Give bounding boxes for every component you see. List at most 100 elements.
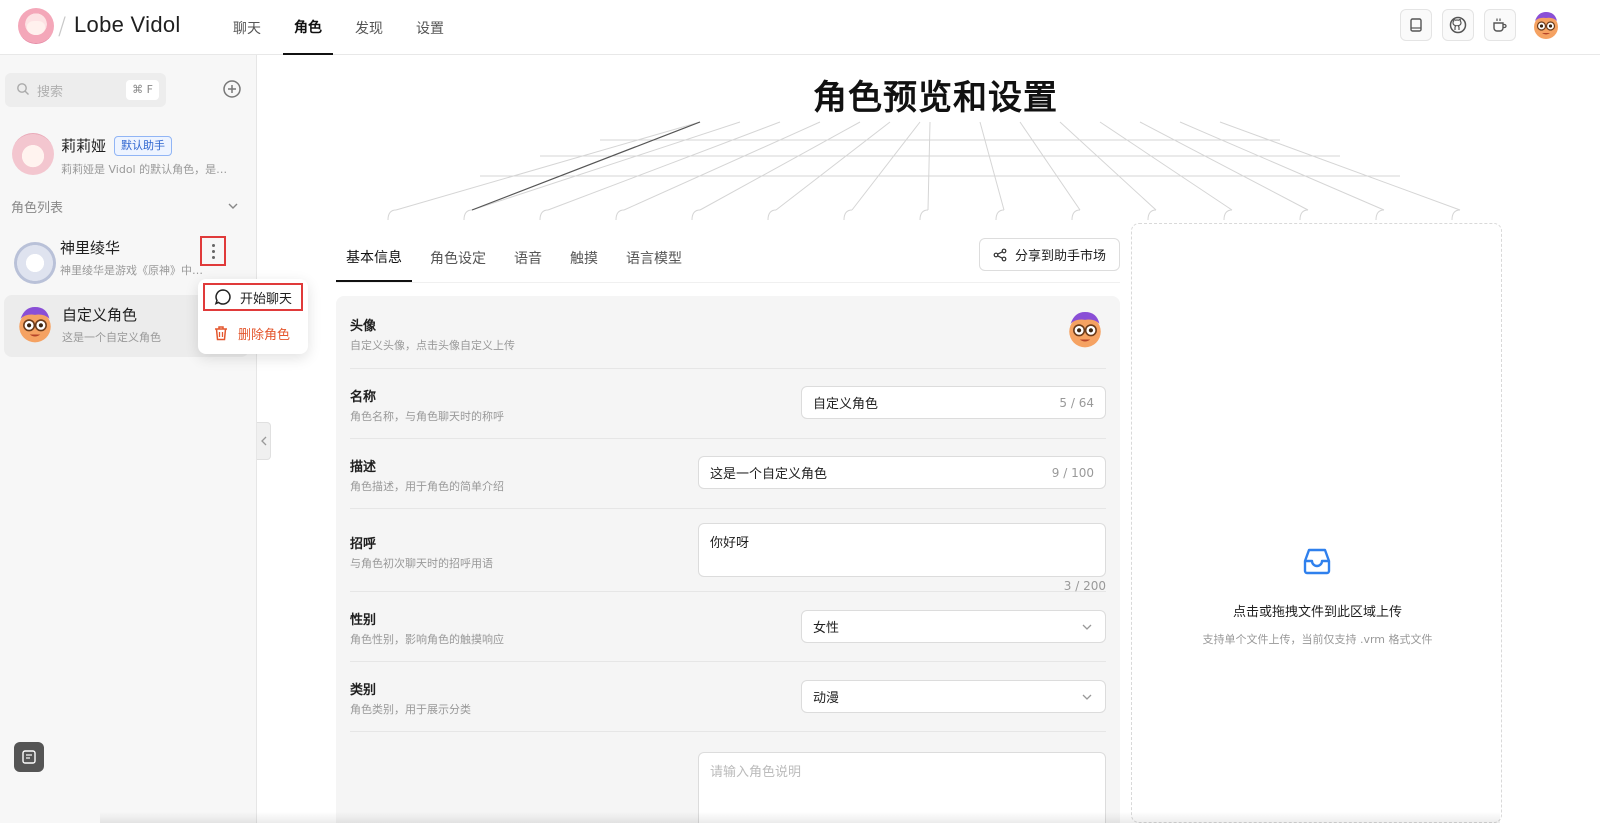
chat-bubble-icon xyxy=(214,288,232,306)
description-row: 描述 角色描述，用于角色的简单介绍 这是一个自定义角色 9 / 100 xyxy=(350,439,1106,509)
role-desc: 神里绫华是游戏《原神》中的角色 xyxy=(60,264,208,277)
gender-row: 性别 角色性别，影响角色的触摸响应 女性 xyxy=(350,592,1106,662)
bottom-shadow xyxy=(100,812,1500,823)
share-label: 分享到助手市场 xyxy=(1014,249,1106,264)
nav-settings[interactable]: 设置 xyxy=(405,0,455,55)
gender-select[interactable]: 女性 xyxy=(801,610,1106,643)
page-title: 角色预览和设置 xyxy=(813,78,1058,118)
default-role-item[interactable]: 莉莉娅 默认助手 莉莉娅是 Vidol 的默认角色，是… xyxy=(10,133,250,189)
custom-role-avatar xyxy=(19,306,51,343)
description-value: 这是一个自定义角色 xyxy=(710,467,828,482)
tabs-divider xyxy=(336,282,1120,283)
name-title: 名称 xyxy=(350,390,377,405)
default-assistant-badge: 默认助手 xyxy=(114,136,172,156)
name-char-count: 5 / 64 xyxy=(1059,395,1094,410)
tab-language-model[interactable]: 语言模型 xyxy=(616,234,692,282)
avatar-title: 头像 xyxy=(350,319,377,334)
upload-title: 点击或拖拽文件到此区域上传 xyxy=(1232,605,1402,620)
vrm-upload-dropzone[interactable]: 点击或拖拽文件到此区域上传 支持单个文件上传，当前仅支持 .vrm 格式文件 xyxy=(1131,223,1502,823)
share-to-market-button[interactable]: 分享到助手市场 xyxy=(979,238,1120,271)
search-placeholder: 搜索 xyxy=(37,85,64,100)
search-icon xyxy=(17,83,29,95)
gender-title: 性别 xyxy=(350,613,377,628)
avatar-desc: 自定义头像，点击头像自定义上传 xyxy=(350,339,515,352)
docs-button[interactable] xyxy=(1400,9,1432,41)
gender-value: 女性 xyxy=(813,621,840,636)
category-title: 类别 xyxy=(350,683,377,698)
upload-hint: 支持单个文件上传，当前仅支持 .vrm 格式文件 xyxy=(1202,633,1433,646)
feedback-icon xyxy=(22,750,36,764)
default-role-name: 莉莉娅 xyxy=(61,137,107,155)
description-char-count: 9 / 100 xyxy=(1051,465,1094,480)
greeting-title: 招呼 xyxy=(350,537,377,552)
chevron-down-icon xyxy=(1082,694,1092,700)
perspective-grid xyxy=(387,121,1461,221)
app-logo[interactable] xyxy=(18,8,54,44)
role-context-menu: 开始聊天 删除角色 xyxy=(198,279,308,354)
description-desc: 角色描述，用于角色的简单介绍 xyxy=(350,480,504,493)
more-options-button[interactable] xyxy=(200,236,226,266)
user-avatar[interactable] xyxy=(1530,9,1562,41)
share-icon xyxy=(993,248,1007,261)
readme-placeholder: 请输入角色说明 xyxy=(710,765,802,780)
github-button[interactable] xyxy=(1442,9,1474,41)
greeting-desc: 与角色初次聊天时的招呼用语 xyxy=(350,557,493,570)
greeting-char-count: 3 / 200 xyxy=(1063,579,1106,593)
trash-icon xyxy=(212,324,230,342)
name-row: 名称 角色名称，与角色聊天时的称呼 自定义角色 5 / 64 xyxy=(350,369,1106,439)
book-icon xyxy=(1410,18,1422,32)
avatar-row: 头像 自定义头像，点击头像自定义上传 xyxy=(350,296,1106,369)
chevron-down-icon xyxy=(1082,624,1092,630)
name-input[interactable]: 自定义角色 5 / 64 xyxy=(801,386,1106,419)
nav-discover[interactable]: 发现 xyxy=(344,0,394,55)
sidebar-collapse-handle[interactable] xyxy=(257,422,271,460)
start-chat-label: 开始聊天 xyxy=(240,291,293,307)
tab-touch[interactable]: 触摸 xyxy=(560,234,608,282)
category-desc: 角色类别，用于展示分类 xyxy=(350,703,471,716)
role-list-label: 角色列表 xyxy=(11,201,64,216)
sidebar: 搜索 ⌘ F 莉莉娅 默认助手 莉莉娅是 Vidol 的默认角色，是… 角色列表… xyxy=(0,55,257,823)
avatar-upload[interactable] xyxy=(1064,308,1106,350)
settings-tabs: 基本信息 角色设定 语音 触摸 语言模型 xyxy=(336,234,700,282)
chevron-down-icon[interactable] xyxy=(227,201,239,211)
role-name: 神里绫华 xyxy=(60,239,121,257)
delete-role-menu-item[interactable]: 删除角色 xyxy=(203,319,303,347)
ayaka-avatar xyxy=(14,242,56,284)
feedback-button[interactable] xyxy=(14,742,44,772)
delete-role-label: 删除角色 xyxy=(238,327,291,343)
basic-info-form: 头像 自定义头像，点击头像自定义上传 名称 角色名称，与角色聊天时的称呼 自定义… xyxy=(336,296,1120,823)
main-nav: 聊天 角色 发现 设置 xyxy=(222,0,466,55)
nav-chat[interactable]: 聊天 xyxy=(222,0,272,55)
chevron-left-icon xyxy=(260,436,266,446)
role-desc: 这是一个自定义角色 xyxy=(62,331,161,344)
name-value: 自定义角色 xyxy=(813,397,879,412)
tab-basic-info[interactable]: 基本信息 xyxy=(336,234,412,282)
tab-voice[interactable]: 语音 xyxy=(504,234,552,282)
search-input[interactable]: 搜索 ⌘ F xyxy=(5,73,166,107)
greeting-value: 你好呀 xyxy=(710,536,750,551)
logo-divider: / xyxy=(58,12,67,40)
tab-role-settings[interactable]: 角色设定 xyxy=(420,234,496,282)
github-icon xyxy=(1449,16,1467,34)
sponsor-button[interactable] xyxy=(1484,9,1516,41)
category-select[interactable]: 动漫 xyxy=(801,680,1106,713)
gender-desc: 角色性别，影响角色的触摸响应 xyxy=(350,633,504,646)
greeting-row: 招呼 与角色初次聊天时的招呼用语 你好呀 3 / 200 xyxy=(350,509,1106,593)
category-row: 类别 角色类别，用于展示分类 动漫 xyxy=(350,662,1106,732)
search-shortcut: ⌘ F xyxy=(126,80,159,100)
name-desc: 角色名称，与角色聊天时的称呼 xyxy=(350,410,504,423)
description-input[interactable]: 这是一个自定义角色 9 / 100 xyxy=(698,456,1106,489)
app-header: / Lobe Vidol 聊天 角色 发现 设置 xyxy=(0,0,1600,55)
role-name: 自定义角色 xyxy=(62,306,138,324)
header-actions xyxy=(1400,9,1562,41)
add-role-icon[interactable] xyxy=(222,79,242,99)
nav-roles[interactable]: 角色 xyxy=(283,0,333,55)
inbox-icon xyxy=(1303,548,1331,575)
app-name[interactable]: Lobe Vidol xyxy=(74,12,181,38)
greeting-textarea[interactable]: 你好呀 xyxy=(698,523,1106,577)
lilia-avatar xyxy=(12,133,54,175)
start-chat-menu-item[interactable]: 开始聊天 xyxy=(203,283,303,311)
category-value: 动漫 xyxy=(813,691,840,706)
coffee-icon xyxy=(1493,18,1507,32)
description-title: 描述 xyxy=(350,460,377,475)
